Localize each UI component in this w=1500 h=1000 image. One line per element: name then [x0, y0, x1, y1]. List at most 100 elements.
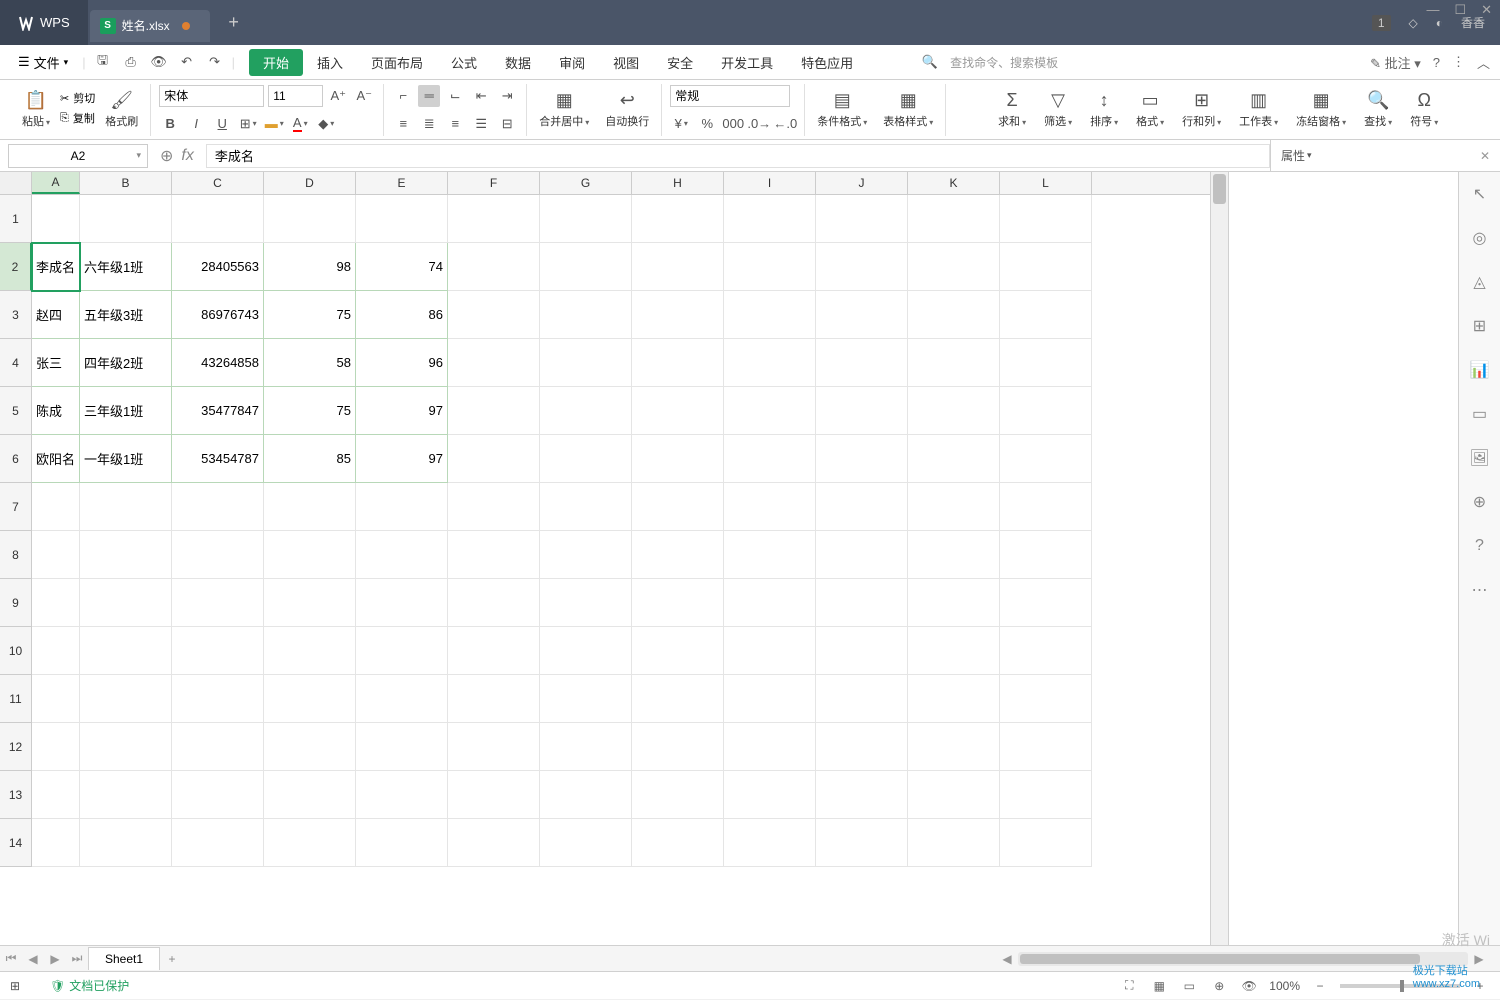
increase-indent-icon[interactable]: ⇥: [496, 85, 518, 107]
cell-J4[interactable]: [816, 339, 908, 387]
cell-L2[interactable]: [1000, 243, 1092, 291]
distribute-icon[interactable]: ⊟: [496, 113, 518, 135]
cell-B3[interactable]: 五年级3班: [80, 291, 172, 339]
cell-G12[interactable]: [540, 723, 632, 771]
fullscreen-icon[interactable]: ⛶: [1119, 976, 1139, 996]
save-icon[interactable]: 🖫: [92, 51, 114, 73]
row-header-11[interactable]: 11: [0, 675, 32, 723]
status-mode-icon[interactable]: ⊞: [10, 979, 20, 993]
increase-decimal-icon[interactable]: .0→: [748, 113, 770, 135]
cell-K13[interactable]: [908, 771, 1000, 819]
cell-K7[interactable]: [908, 483, 1000, 531]
find-button[interactable]: 🔍查找: [1360, 90, 1396, 129]
cell-A10[interactable]: [32, 627, 80, 675]
cell-B13[interactable]: [80, 771, 172, 819]
page-layout-icon[interactable]: ▭: [1179, 976, 1199, 996]
cell-K2[interactable]: [908, 243, 1000, 291]
row-col-button[interactable]: ⊞行和列: [1178, 90, 1225, 129]
cell-E12[interactable]: [356, 723, 448, 771]
column-header-K[interactable]: K: [908, 172, 1000, 194]
currency-icon[interactable]: ¥: [670, 113, 692, 135]
cell-F2[interactable]: [448, 243, 540, 291]
cell-K6[interactable]: [908, 435, 1000, 483]
cell-H13[interactable]: [632, 771, 724, 819]
notification-badge[interactable]: 1: [1372, 15, 1391, 31]
table-style-button[interactable]: ▦表格样式: [879, 90, 937, 129]
cell-B11[interactable]: [80, 675, 172, 723]
protect-icon[interactable]: ⊕: [1468, 490, 1492, 514]
freeze-panes-button[interactable]: ▦冻结窗格: [1292, 90, 1350, 129]
cell-K12[interactable]: [908, 723, 1000, 771]
cell-J1[interactable]: [816, 195, 908, 243]
cell-E3[interactable]: 86: [356, 291, 448, 339]
reading-view-icon[interactable]: 👁: [1239, 976, 1259, 996]
cell-F8[interactable]: [448, 531, 540, 579]
cell-I1[interactable]: [724, 195, 816, 243]
fx-icon[interactable]: fx: [181, 147, 193, 165]
cell-H12[interactable]: [632, 723, 724, 771]
align-bottom-icon[interactable]: ⌙: [444, 85, 466, 107]
cell-K1[interactable]: [908, 195, 1000, 243]
cell-B9[interactable]: [80, 579, 172, 627]
cell-L4[interactable]: [1000, 339, 1092, 387]
cell-H14[interactable]: [632, 819, 724, 867]
cell-D5[interactable]: 75: [264, 387, 356, 435]
cell-H11[interactable]: [632, 675, 724, 723]
cell-J6[interactable]: [816, 435, 908, 483]
cell-J5[interactable]: [816, 387, 908, 435]
row-header-9[interactable]: 9: [0, 579, 32, 627]
cell-K5[interactable]: [908, 387, 1000, 435]
cell-F3[interactable]: [448, 291, 540, 339]
font-name-select[interactable]: [159, 85, 264, 107]
cell-C3[interactable]: 86976743: [172, 291, 264, 339]
cell-F10[interactable]: [448, 627, 540, 675]
decrease-indent-icon[interactable]: ⇤: [470, 85, 492, 107]
cell-C8[interactable]: [172, 531, 264, 579]
annotate-button[interactable]: ✎ 批注 ▾: [1370, 53, 1421, 72]
cell-G11[interactable]: [540, 675, 632, 723]
cell-G7[interactable]: [540, 483, 632, 531]
column-header-G[interactable]: G: [540, 172, 632, 194]
cell-K4[interactable]: [908, 339, 1000, 387]
cell-B7[interactable]: [80, 483, 172, 531]
font-color-button[interactable]: A: [289, 113, 311, 135]
cell-L5[interactable]: [1000, 387, 1092, 435]
cell-A3[interactable]: 赵四: [32, 291, 80, 339]
cell-I5[interactable]: [724, 387, 816, 435]
cell-D1[interactable]: [264, 195, 356, 243]
cell-B12[interactable]: [80, 723, 172, 771]
cell-C7[interactable]: [172, 483, 264, 531]
cell-D8[interactable]: [264, 531, 356, 579]
column-header-I[interactable]: I: [724, 172, 816, 194]
cell-H4[interactable]: [632, 339, 724, 387]
highlight-button[interactable]: ◆: [315, 113, 337, 135]
row-header-10[interactable]: 10: [0, 627, 32, 675]
cell-D4[interactable]: 58: [264, 339, 356, 387]
cell-G1[interactable]: [540, 195, 632, 243]
decrease-font-icon[interactable]: A⁻: [353, 85, 375, 107]
cell-L11[interactable]: [1000, 675, 1092, 723]
cell-L6[interactable]: [1000, 435, 1092, 483]
search-input[interactable]: 查找命令、搜索模板: [950, 54, 1058, 71]
cell-E2[interactable]: 74: [356, 243, 448, 291]
cell-D3[interactable]: 75: [264, 291, 356, 339]
collapse-ribbon-icon[interactable]: ︿: [1477, 53, 1490, 72]
cell-L10[interactable]: [1000, 627, 1092, 675]
cell-A14[interactable]: [32, 819, 80, 867]
cell-E10[interactable]: [356, 627, 448, 675]
cell-F1[interactable]: [448, 195, 540, 243]
undo-icon[interactable]: ↶: [176, 51, 198, 73]
more-tools-icon[interactable]: ⋯: [1468, 578, 1492, 602]
conditional-format-button[interactable]: ▤条件格式: [813, 90, 871, 129]
fill-color-button[interactable]: ▬: [263, 113, 285, 135]
cell-J9[interactable]: [816, 579, 908, 627]
cell-A1[interactable]: [32, 195, 80, 243]
cell-C1[interactable]: [172, 195, 264, 243]
cell-I4[interactable]: [724, 339, 816, 387]
select-all-corner[interactable]: [0, 172, 32, 194]
cell-B1[interactable]: [80, 195, 172, 243]
horizontal-scrollbar[interactable]: [1018, 952, 1468, 966]
menu-tab-4[interactable]: 数据: [491, 47, 545, 78]
cell-B4[interactable]: 四年级2班: [80, 339, 172, 387]
table-tool-icon[interactable]: ⊞: [1468, 314, 1492, 338]
